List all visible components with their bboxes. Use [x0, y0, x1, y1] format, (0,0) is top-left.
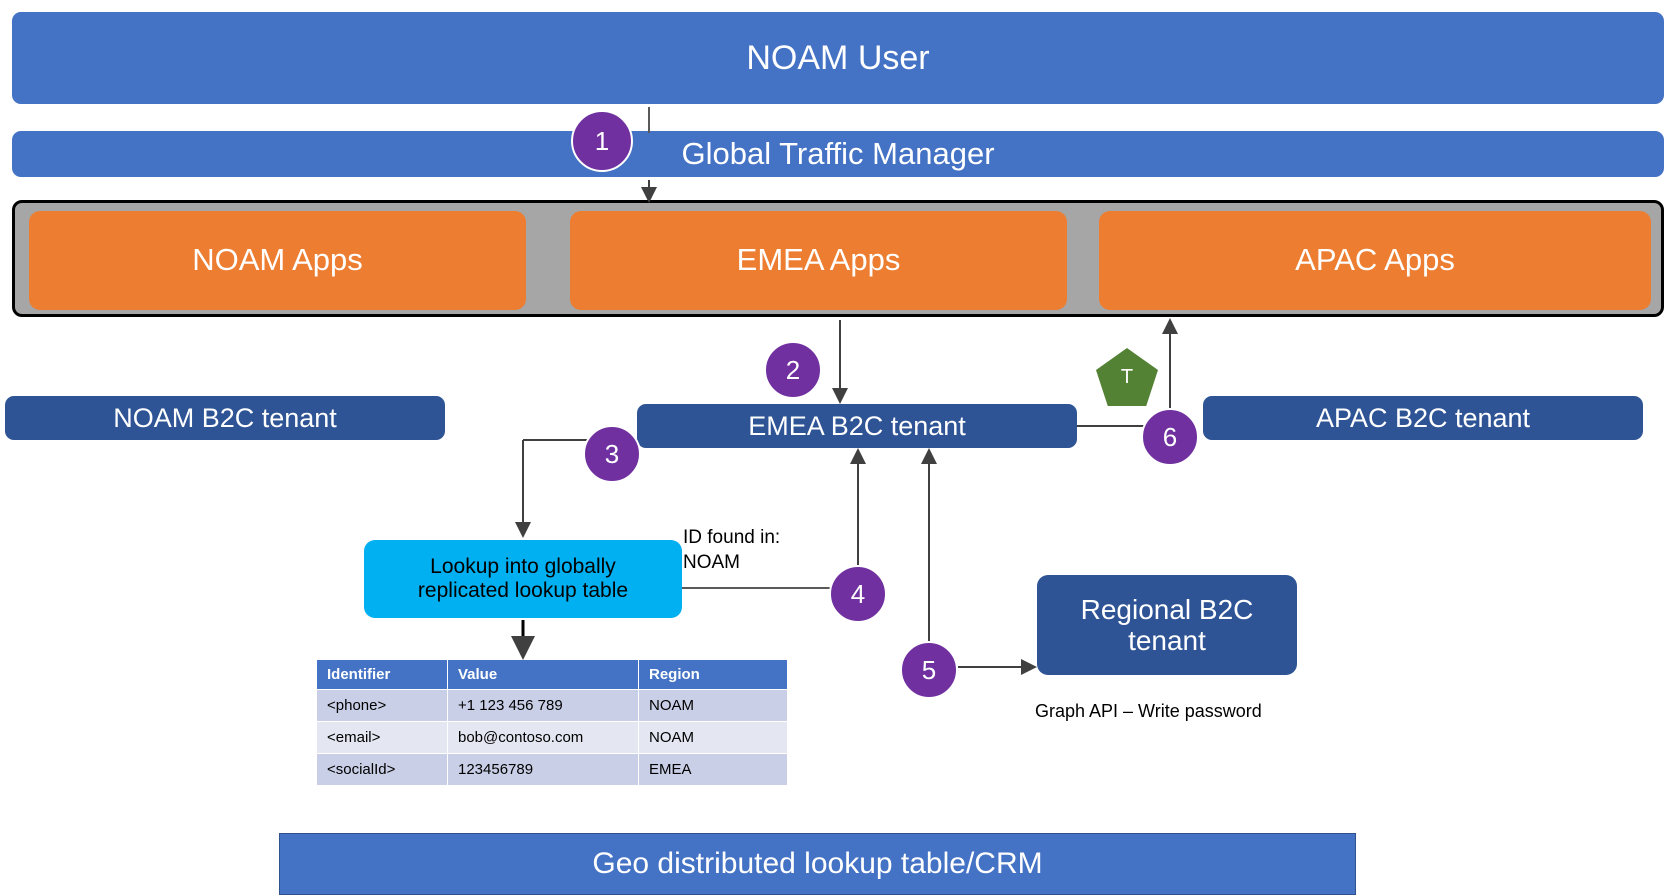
cell-value: 123456789 — [447, 753, 639, 786]
token-pentagon-icon: T — [1096, 348, 1158, 406]
step-badge-4-label: 4 — [850, 578, 866, 609]
apac-b2c-tenant-box: APAC B2C tenant — [1203, 396, 1643, 440]
cell-identifier: <email> — [316, 721, 448, 754]
token-pentagon-label: T — [1120, 365, 1134, 388]
table-row: <email> bob@contoso.com NOAM — [316, 721, 788, 754]
global-traffic-manager-banner: Global Traffic Manager — [12, 131, 1664, 177]
table-row: <socialId> 123456789 EMEA — [316, 753, 788, 786]
cell-identifier: <phone> — [316, 689, 448, 722]
apac-apps-label: APAC Apps — [1295, 242, 1455, 278]
step-badge-6: 6 — [1141, 408, 1199, 466]
cell-value: +1 123 456 789 — [447, 689, 639, 722]
step-badge-2-label: 2 — [785, 354, 801, 385]
noam-apps-label: NOAM Apps — [192, 242, 363, 278]
table-header-value: Value — [447, 659, 639, 690]
cell-value: bob@contoso.com — [447, 721, 639, 754]
id-found-caption: ID found in: NOAM — [683, 525, 833, 575]
step-badge-2: 2 — [764, 341, 822, 399]
regional-apps-container: NOAM Apps EMEA Apps APAC Apps — [12, 200, 1664, 317]
apac-b2c-tenant-label: APAC B2C tenant — [1315, 402, 1531, 433]
noam-user-label: NOAM User — [746, 38, 930, 77]
emea-b2c-tenant-box: EMEA B2C tenant — [637, 404, 1077, 448]
cell-region: EMEA — [638, 753, 788, 786]
lookup-table-process-box: Lookup into globally replicated lookup t… — [364, 540, 682, 618]
regional-b2c-tenant-label-line2: tenant — [1128, 625, 1206, 656]
cell-identifier: <socialId> — [316, 753, 448, 786]
noam-user-banner: NOAM User — [12, 12, 1664, 104]
geo-distributed-lookup-label: Geo distributed lookup table/CRM — [592, 847, 1043, 881]
table-header-region: Region — [638, 659, 788, 690]
id-found-line1: ID found in: — [683, 527, 781, 548]
emea-b2c-tenant-label: EMEA B2C tenant — [748, 410, 966, 441]
architecture-diagram: NOAM User Global Traffic Manager NOAM Ap… — [0, 0, 1676, 896]
geo-distributed-lookup-banner: Geo distributed lookup table/CRM — [279, 833, 1356, 895]
regional-b2c-tenant-box: Regional B2C tenant — [1037, 575, 1297, 675]
step-badge-4: 4 — [829, 565, 887, 623]
global-traffic-manager-label: Global Traffic Manager — [681, 135, 995, 171]
cell-region: NOAM — [638, 721, 788, 754]
id-found-line2: NOAM — [683, 552, 740, 574]
emea-apps-box: EMEA Apps — [570, 211, 1067, 310]
lookup-data-table: Identifier Value Region <phone> +1 123 4… — [316, 659, 788, 786]
lookup-label-line1: Lookup into globally — [430, 555, 616, 579]
step-badge-1: 1 — [571, 110, 633, 172]
noam-b2c-tenant-label: NOAM B2C tenant — [113, 402, 337, 433]
regional-b2c-tenant-label-line1: Regional B2C — [1080, 593, 1254, 625]
step-badge-5: 5 — [900, 641, 958, 699]
step-badge-3: 3 — [583, 425, 641, 483]
noam-b2c-tenant-box: NOAM B2C tenant — [5, 396, 445, 440]
table-row: <phone> +1 123 456 789 NOAM — [316, 689, 788, 722]
cell-region: NOAM — [638, 689, 788, 722]
table-header-row: Identifier Value Region — [316, 659, 788, 690]
table-header-identifier: Identifier — [316, 659, 448, 690]
step-badge-5-label: 5 — [921, 654, 937, 685]
apac-apps-box: APAC Apps — [1099, 211, 1651, 310]
emea-apps-label: EMEA Apps — [736, 242, 901, 278]
graph-api-caption: Graph API – Write password — [1035, 701, 1262, 721]
lookup-label-line2: replicated lookup table — [417, 579, 629, 602]
step-badge-3-label: 3 — [604, 438, 620, 469]
noam-apps-box: NOAM Apps — [29, 211, 526, 310]
step-badge-1-label: 1 — [594, 125, 610, 156]
step-badge-6-label: 6 — [1162, 421, 1178, 452]
